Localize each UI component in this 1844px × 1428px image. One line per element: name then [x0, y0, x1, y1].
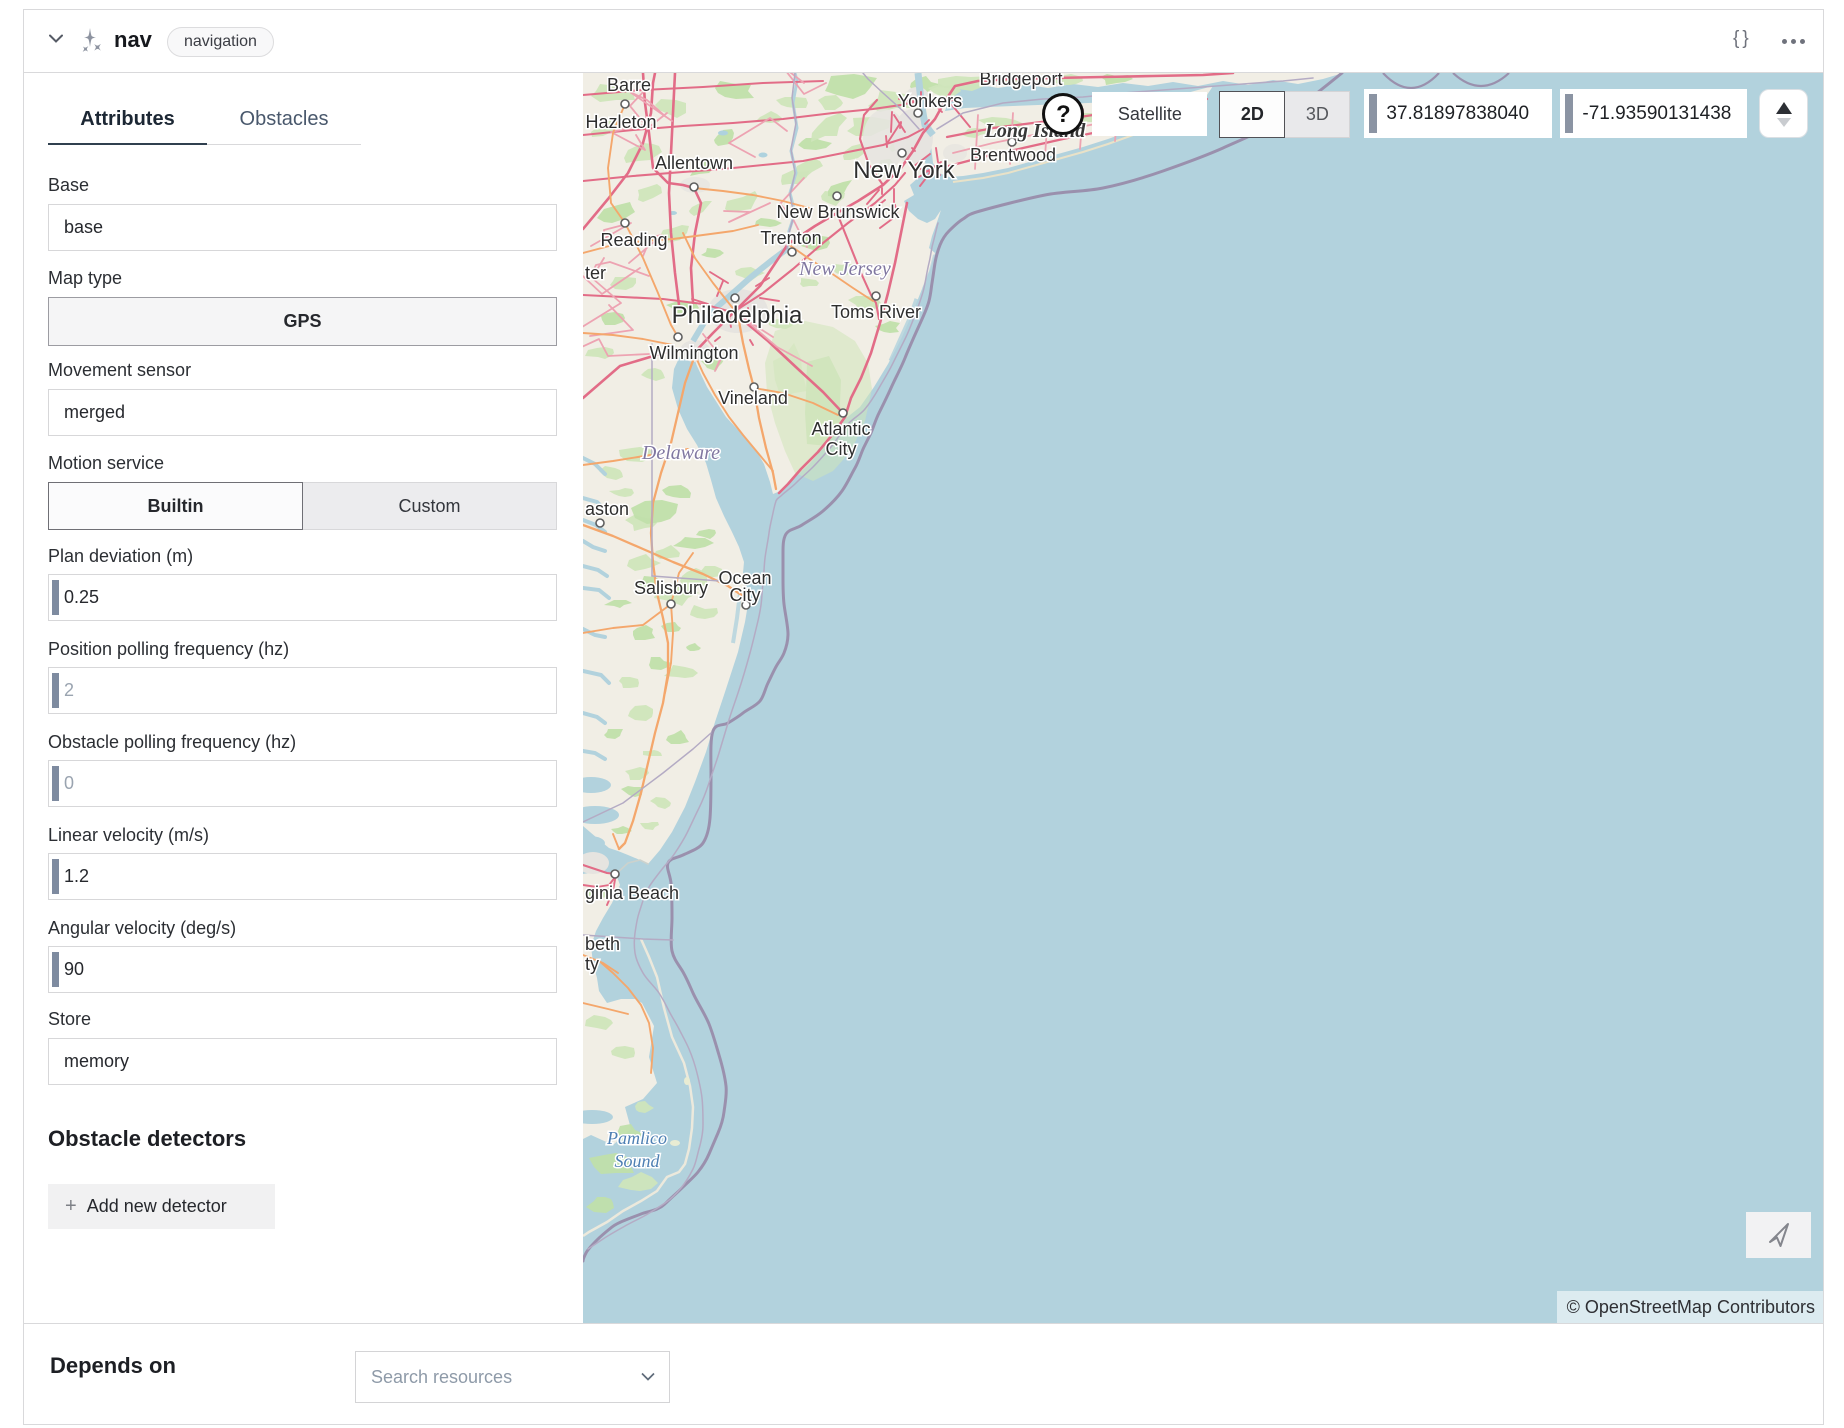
svg-text:Sound: Sound — [615, 1151, 661, 1171]
svg-text:City: City — [826, 439, 857, 459]
svg-text:City: City — [730, 585, 761, 605]
svg-text:ty: ty — [585, 954, 599, 974]
svg-text:Philadelphia: Philadelphia — [672, 302, 803, 329]
svg-text:beth: beth — [585, 934, 620, 954]
svg-text:Salisbury: Salisbury — [634, 578, 708, 598]
svg-text:New York: New York — [854, 157, 956, 184]
svg-text:Toms River: Toms River — [831, 302, 921, 322]
svg-text:Hazleton: Hazleton — [586, 112, 657, 132]
svg-text:Barre: Barre — [607, 75, 651, 95]
svg-text:Allentown: Allentown — [655, 153, 733, 173]
svg-text:Pamlico: Pamlico — [606, 1128, 667, 1148]
svg-text:ginia Beach: ginia Beach — [585, 883, 679, 903]
svg-text:New Jersey: New Jersey — [799, 258, 892, 280]
svg-text:Brentwood: Brentwood — [970, 145, 1056, 165]
svg-text:Bridgeport: Bridgeport — [980, 73, 1063, 89]
svg-text:New Brunswick: New Brunswick — [777, 202, 901, 222]
svg-text:Wilmington: Wilmington — [650, 343, 739, 363]
svg-text:Reading: Reading — [601, 230, 668, 250]
svg-text:Vineland: Vineland — [719, 388, 789, 408]
svg-text:Delaware: Delaware — [641, 442, 720, 464]
svg-text:aston: aston — [585, 499, 629, 519]
svg-text:Atlantic: Atlantic — [812, 419, 871, 439]
svg-text:Yonkers: Yonkers — [898, 91, 962, 111]
svg-text:ter: ter — [585, 263, 606, 283]
svg-text:Trenton: Trenton — [761, 228, 822, 248]
